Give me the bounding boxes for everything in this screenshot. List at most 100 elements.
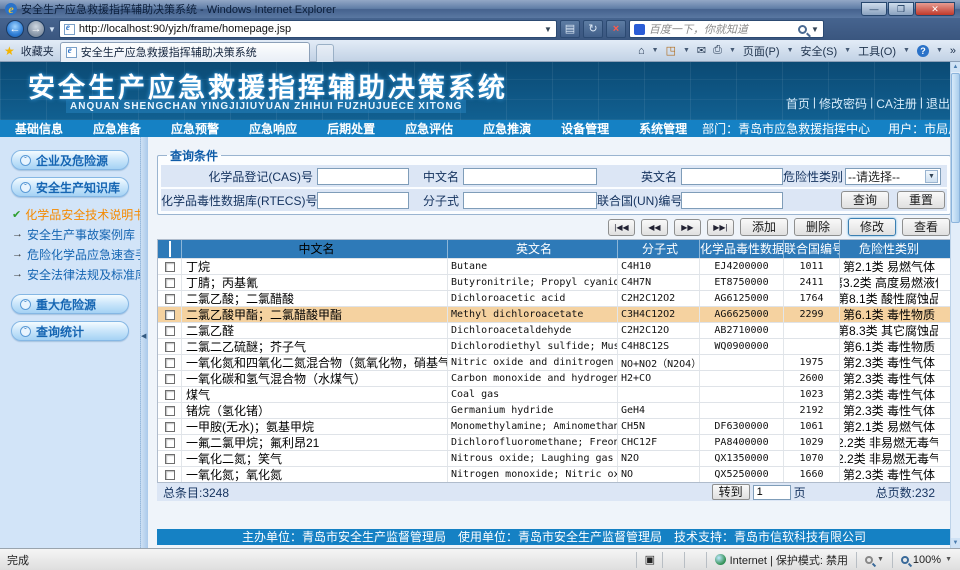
nav-emergency-prep[interactable]: 应急准备 — [78, 120, 156, 137]
modify-button[interactable]: 修改 — [848, 218, 896, 236]
formula-input[interactable] — [463, 192, 597, 209]
un-number-input[interactable] — [681, 192, 783, 209]
forward-button[interactable]: → — [27, 20, 45, 38]
row-checkbox[interactable] — [158, 259, 182, 274]
delete-button[interactable]: 删除 — [794, 218, 842, 236]
url-dropdown-icon[interactable]: ▼ — [544, 25, 552, 34]
nav-emergency-warning[interactable]: 应急预警 — [156, 120, 234, 137]
rtecs-input[interactable] — [317, 192, 409, 209]
query-button[interactable]: 查询 — [841, 191, 889, 209]
table-row[interactable]: 一氧化氮和四氧化二氮混合物（氮氧化物，硝基气，氧化氮气体）Nitric oxid… — [158, 354, 950, 370]
nav-emergency-drill[interactable]: 应急推演 — [468, 120, 546, 137]
browser-tab[interactable]: 安全生产应急救援指挥辅助决策系统 — [60, 42, 310, 62]
collapse-arrow-icon[interactable]: ◀ — [141, 332, 146, 340]
row-checkbox[interactable] — [158, 355, 182, 370]
header-english-name[interactable]: 英文名 — [448, 240, 618, 258]
row-checkbox[interactable] — [158, 387, 182, 402]
nav-system-mgmt[interactable]: 系统管理 — [624, 120, 702, 137]
history-dropdown-icon[interactable]: ▼ — [48, 25, 56, 34]
first-page-button[interactable]: |◀◀ — [608, 219, 635, 236]
table-row[interactable]: 二氯乙酸甲酯；二氯醋酸甲酯Methyl dichloroacetateC3H4C… — [158, 306, 950, 322]
maximize-button[interactable]: ❐ — [888, 2, 914, 16]
row-checkbox[interactable] — [158, 451, 182, 466]
next-page-button[interactable]: ▶▶ — [674, 219, 701, 236]
search-magnifier-icon[interactable] — [798, 25, 807, 34]
help-icon[interactable]: ? — [917, 45, 929, 57]
sidebar-group-knowledge[interactable]: ˇ 安全生产知识库 — [11, 177, 129, 197]
row-checkbox[interactable] — [158, 323, 182, 338]
search-dropdown-icon[interactable]: ▼ — [811, 25, 819, 34]
stop-button[interactable]: × — [606, 20, 626, 38]
prev-page-button[interactable]: ◀◀ — [641, 219, 668, 236]
row-checkbox[interactable] — [158, 275, 182, 290]
link-home[interactable]: 首页 — [786, 95, 810, 112]
add-button[interactable]: 添加 — [740, 218, 788, 236]
goto-page-button[interactable]: 转到 — [712, 484, 750, 500]
sidebar-group-enterprise[interactable]: ˇ 企业及危险源 — [11, 150, 129, 170]
header-hazard-class[interactable]: 危险性类别 — [840, 240, 938, 258]
scroll-thumb[interactable] — [951, 73, 960, 223]
nav-equipment-mgmt[interactable]: 设备管理 — [546, 120, 624, 137]
link-ca-register[interactable]: CA注册 — [876, 95, 917, 112]
scroll-up-icon[interactable]: ▲ — [951, 62, 960, 72]
menu-tools[interactable]: 工具(O) — [858, 43, 896, 59]
more-commands-icon[interactable]: » — [950, 45, 956, 57]
table-row[interactable]: 丁腈；丙基氰Butyronitrile; Propyl cyanideC4H7N… — [158, 274, 950, 290]
scroll-down-icon[interactable]: ▼ — [951, 538, 960, 548]
view-button[interactable]: 查看 — [902, 218, 950, 236]
menu-page[interactable]: 页面(P) — [743, 43, 780, 59]
nav-emergency-evaluation[interactable]: 应急评估 — [390, 120, 468, 137]
last-page-button[interactable]: ▶▶| — [707, 219, 734, 236]
header-un-number[interactable]: 联合国编号 — [784, 240, 840, 258]
sidebar-group-query-stats[interactable]: ˇ 查询统计 — [11, 321, 129, 341]
table-row[interactable]: 煤气Coal gas1023第2.3类 毒性气体 — [158, 386, 950, 402]
table-row[interactable]: 丁烷ButaneC4H10EJ42000001011第2.1类 易燃气体 — [158, 258, 950, 274]
link-logout[interactable]: 退出 — [926, 95, 950, 112]
select-all-checkbox[interactable] — [158, 240, 182, 258]
row-checkbox[interactable] — [158, 403, 182, 418]
link-change-password[interactable]: 修改密码 — [819, 95, 867, 112]
new-tab-button[interactable] — [316, 44, 334, 62]
header-formula[interactable]: 分子式 — [618, 240, 700, 258]
header-chinese-name[interactable]: 中文名 — [182, 240, 448, 258]
url-field[interactable]: http://localhost:90/yjzh/frame/homepage.… — [59, 20, 557, 38]
table-row[interactable]: 锗烷（氢化锗）Germanium hydrideGeH42192第2.3类 毒性… — [158, 402, 950, 418]
sidebar-item-laws-standards[interactable]: → 安全法律法规及标准库 — [12, 264, 140, 284]
header-rtecs[interactable]: 化学品毒性数据... — [700, 240, 784, 258]
row-checkbox[interactable] — [158, 339, 182, 354]
zoom-control[interactable]: 100% ▼ — [892, 552, 960, 568]
table-row[interactable]: 一氧化二氮；笑气Nitrous oxide; Laughing gasN2OQX… — [158, 450, 950, 466]
favorites-star-icon[interactable]: ★ — [4, 44, 15, 58]
row-checkbox[interactable] — [158, 307, 182, 322]
minimize-button[interactable]: — — [861, 2, 887, 16]
nav-basic-info[interactable]: 基础信息 — [0, 120, 78, 137]
refresh-button[interactable]: ↻ — [583, 20, 603, 38]
english-name-input[interactable] — [681, 168, 783, 185]
row-checkbox[interactable] — [158, 467, 182, 482]
feeds-icon[interactable]: ◳ — [666, 44, 676, 57]
url-text[interactable]: http://localhost:90/yjzh/frame/homepage.… — [79, 23, 291, 35]
nav-post-disposal[interactable]: 后期处置 — [312, 120, 390, 137]
menu-safety[interactable]: 安全(S) — [801, 43, 838, 59]
table-row[interactable]: 二氯乙酸；二氯醋酸Dichloroacetic acidC2H2C12O2AG6… — [158, 290, 950, 306]
sidebar-item-accident-cases[interactable]: → 安全生产事故案例库 — [12, 224, 140, 244]
compatibility-view-button[interactable]: ▤ — [560, 20, 580, 38]
mail-icon[interactable]: ✉ — [697, 44, 706, 57]
table-row[interactable]: 一甲胺(无水)；氨基甲烷Monomethylamine; Aminomethan… — [158, 418, 950, 434]
sidebar-group-major-hazards[interactable]: ˇ 重大危险源 — [11, 294, 129, 314]
table-row[interactable]: 一氧化碳和氢气混合物（水煤气）Carbon monoxide and hydro… — [158, 370, 950, 386]
protected-mode-toggle[interactable]: ▼ — [856, 552, 892, 568]
browser-scrollbar[interactable]: ▲ ▼ — [950, 62, 960, 548]
row-checkbox[interactable] — [158, 371, 182, 386]
close-button[interactable]: ✕ — [915, 2, 955, 16]
sidebar-splitter[interactable]: ◀ — [140, 137, 148, 548]
search-placeholder[interactable]: 百度一下，你就知道 — [649, 21, 794, 37]
reset-button[interactable]: 重置 — [897, 191, 945, 209]
home-icon[interactable]: ⌂ — [638, 45, 645, 57]
back-button[interactable]: ← — [6, 20, 24, 38]
hazard-class-select[interactable]: --请选择-- ▼ — [845, 168, 941, 185]
table-row[interactable]: 一氧化氮；氧化氮Nitrogen monoxide; Nitric oxideN… — [158, 466, 950, 482]
tab-title[interactable]: 安全生产应急救援指挥辅助决策系统 — [81, 44, 257, 60]
chinese-name-input[interactable] — [463, 168, 597, 185]
sidebar-item-hazchem-quickref[interactable]: → 危险化学品应急速查手... — [12, 244, 140, 264]
